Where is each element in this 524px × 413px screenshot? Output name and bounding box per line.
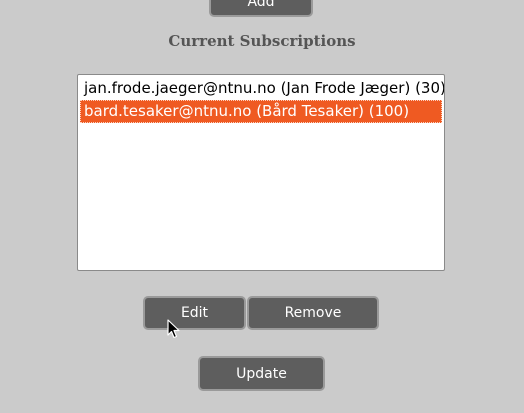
remove-button[interactable]: Remove [247,296,379,330]
section-title: Current Subscriptions [168,32,356,50]
update-button[interactable]: Update [198,356,325,391]
list-item-selected[interactable]: bard.tesaker@ntnu.no (Bård Tesaker) (100… [80,100,442,123]
list-item[interactable]: jan.frode.jaeger@ntnu.no (Jan Frode Jæge… [80,77,444,100]
add-button[interactable]: Add [209,0,313,17]
edit-button[interactable]: Edit [143,296,246,330]
mouse-pointer-icon [167,319,180,339]
subscriptions-listbox[interactable]: jan.frode.jaeger@ntnu.no (Jan Frode Jæge… [77,74,445,271]
